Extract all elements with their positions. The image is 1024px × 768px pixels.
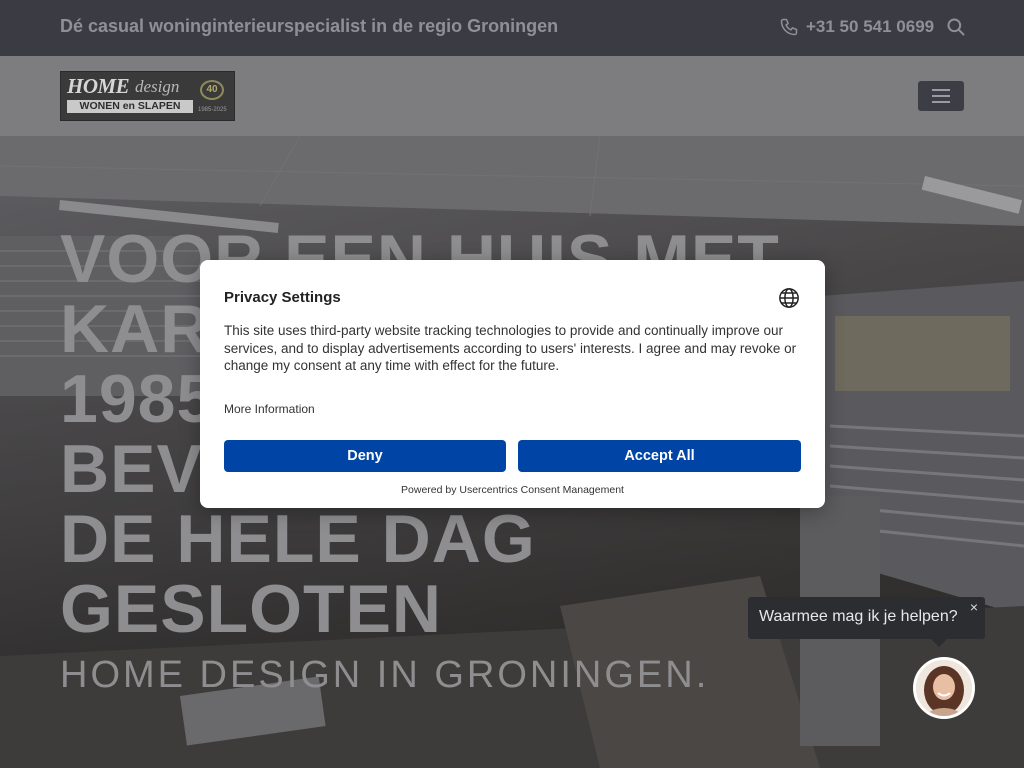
hamburger-menu-button[interactable] (918, 81, 964, 111)
logo-home-text: HOME (67, 74, 130, 98)
logo-anniversary-badge: 40 (200, 80, 224, 100)
tagline: Dé casual woninginterieurspecialist in d… (60, 16, 559, 36)
phone-link[interactable]: +31 50 541 0699 (806, 17, 934, 37)
hero-subtitle: HOME DESIGN IN GRONINGEN. (60, 654, 710, 696)
powered-by-text: Powered by Usercentrics Consent Manageme… (401, 484, 624, 496)
avatar-portrait (916, 660, 972, 716)
phone-icon[interactable] (779, 17, 799, 37)
chat-prompt-bubble[interactable]: Waarmee mag ik je helpen? × (748, 597, 985, 647)
site-header: HOME design 40 WONEN en SLAPEN 1985-2025 (0, 56, 1024, 136)
more-information-link[interactable]: More Information (224, 402, 315, 416)
chat-prompt-text: Waarmee mag ik je helpen? (759, 608, 958, 625)
chat-avatar[interactable] (913, 657, 975, 719)
consent-description: This site uses third-party website track… (224, 323, 797, 373)
dialog-title: Privacy Settings (224, 289, 341, 306)
globe-icon[interactable] (778, 287, 800, 309)
hamburger-menu-icon (932, 89, 950, 91)
search-icon[interactable] (946, 17, 966, 37)
home-design-logo[interactable]: HOME design 40 WONEN en SLAPEN 1985-2025 (60, 71, 235, 121)
privacy-settings-dialog: Privacy Settings This site uses third-pa… (200, 260, 825, 508)
deny-button[interactable]: Deny (224, 440, 506, 472)
logo-design-text: design (135, 77, 180, 96)
top-bar: Dé casual woninginterieurspecialist in d… (0, 0, 1024, 56)
accept-all-button[interactable]: Accept All (518, 440, 801, 472)
logo-years: 1985-2025 (198, 107, 227, 113)
close-icon[interactable]: × (966, 599, 982, 615)
logo-wonen-slapen: WONEN en SLAPEN (67, 100, 193, 113)
